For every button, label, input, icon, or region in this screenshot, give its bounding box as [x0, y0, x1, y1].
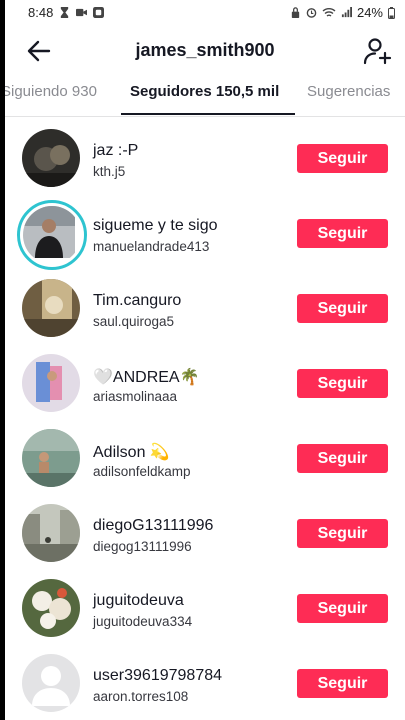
list-item[interactable]: diegoG13111996 diegog13111996 Seguir — [5, 497, 405, 572]
user-name[interactable]: 🤍ANDREA🌴 — [93, 367, 200, 387]
battery-icon — [388, 6, 395, 19]
alarm-icon — [306, 8, 317, 18]
avatar[interactable] — [22, 654, 80, 712]
list-item[interactable]: juguitodeuva juguitodeuva334 Seguir — [5, 572, 405, 647]
user-handle: aaron.torres108 — [93, 689, 189, 704]
list-item[interactable]: user39619798784 aaron.torres108 Seguir — [5, 647, 405, 720]
person-add-icon — [363, 38, 392, 65]
user-name[interactable]: jaz :-P — [93, 142, 138, 160]
lock-icon — [291, 7, 300, 18]
default-avatar-icon — [22, 654, 80, 712]
status-time: 8:48 — [28, 5, 54, 20]
status-left: 8:48 — [28, 5, 105, 20]
user-name[interactable]: diegoG13111996 — [93, 517, 213, 535]
user-handle: manuelandrade413 — [93, 239, 210, 254]
avatar[interactable] — [17, 200, 87, 270]
user-handle: ariasmolinaaa — [93, 389, 178, 404]
follow-button[interactable]: Seguir — [297, 369, 388, 398]
user-name[interactable]: user39619798784 — [93, 667, 222, 685]
follow-button[interactable]: Seguir — [297, 144, 388, 173]
list-item[interactable]: Adilson 💫 adilsonfeldkamp Seguir — [5, 422, 405, 497]
hourglass-icon — [61, 7, 69, 18]
user-handle: saul.quiroga5 — [93, 314, 175, 329]
signal-icon — [341, 7, 352, 18]
tab-following[interactable]: Siguiendo 930 — [5, 83, 97, 100]
follow-button[interactable]: Seguir — [297, 219, 388, 248]
list-item[interactable]: 🤍ANDREA🌴 ariasmolinaaa Seguir — [5, 347, 405, 422]
follow-button[interactable]: Seguir — [297, 294, 388, 323]
video-camera-icon — [76, 8, 88, 17]
page-title: james_smith900 — [135, 40, 275, 60]
user-name[interactable]: Adilson 💫 — [93, 442, 170, 462]
avatar[interactable] — [22, 129, 80, 187]
tab-suggestions[interactable]: Sugerencias — [307, 83, 390, 100]
list-item[interactable]: jaz :-P kth.j5 Seguir — [5, 122, 405, 197]
wifi-icon — [322, 8, 336, 17]
status-right: 24% — [290, 5, 395, 20]
follow-button[interactable]: Seguir — [297, 519, 388, 548]
battery-percent: 24% — [356, 5, 383, 20]
user-name[interactable]: juguitodeuva — [93, 592, 184, 610]
avatar[interactable] — [22, 354, 80, 412]
list-item[interactable]: sigueme y te sigo manuelandrade413 Segui… — [5, 197, 405, 272]
follow-button[interactable]: Seguir — [297, 444, 388, 473]
user-name[interactable]: sigueme y te sigo — [93, 217, 218, 235]
status-bar: 8:48 24% — [5, 0, 405, 26]
avatar[interactable] — [22, 504, 80, 562]
follow-button[interactable]: Seguir — [297, 594, 388, 623]
header: james_smith900 — [5, 28, 405, 74]
tab-followers[interactable]: Seguidores 150,5 mil — [130, 83, 279, 100]
user-name[interactable]: Tim.canguro — [93, 292, 181, 310]
avatar[interactable] — [22, 279, 80, 337]
notification-icon — [93, 7, 105, 18]
tab-bar: Siguiendo 930 Seguidores 150,5 mil Suger… — [5, 76, 405, 117]
user-handle: juguitodeuva334 — [93, 614, 193, 629]
list-item[interactable]: Tim.canguro saul.quiroga5 Seguir — [5, 272, 405, 347]
follow-button[interactable]: Seguir — [297, 669, 388, 698]
screen: 8:48 24% james_smith900 Siguiendo 930 Se… — [5, 0, 405, 720]
avatar[interactable] — [22, 579, 80, 637]
user-handle: diegog13111996 — [93, 539, 192, 554]
avatar[interactable] — [22, 429, 80, 487]
user-handle: adilsonfeldkamp — [93, 464, 191, 479]
user-handle: kth.j5 — [93, 164, 126, 179]
active-tab-indicator — [121, 113, 295, 115]
add-user-button[interactable] — [363, 37, 393, 65]
